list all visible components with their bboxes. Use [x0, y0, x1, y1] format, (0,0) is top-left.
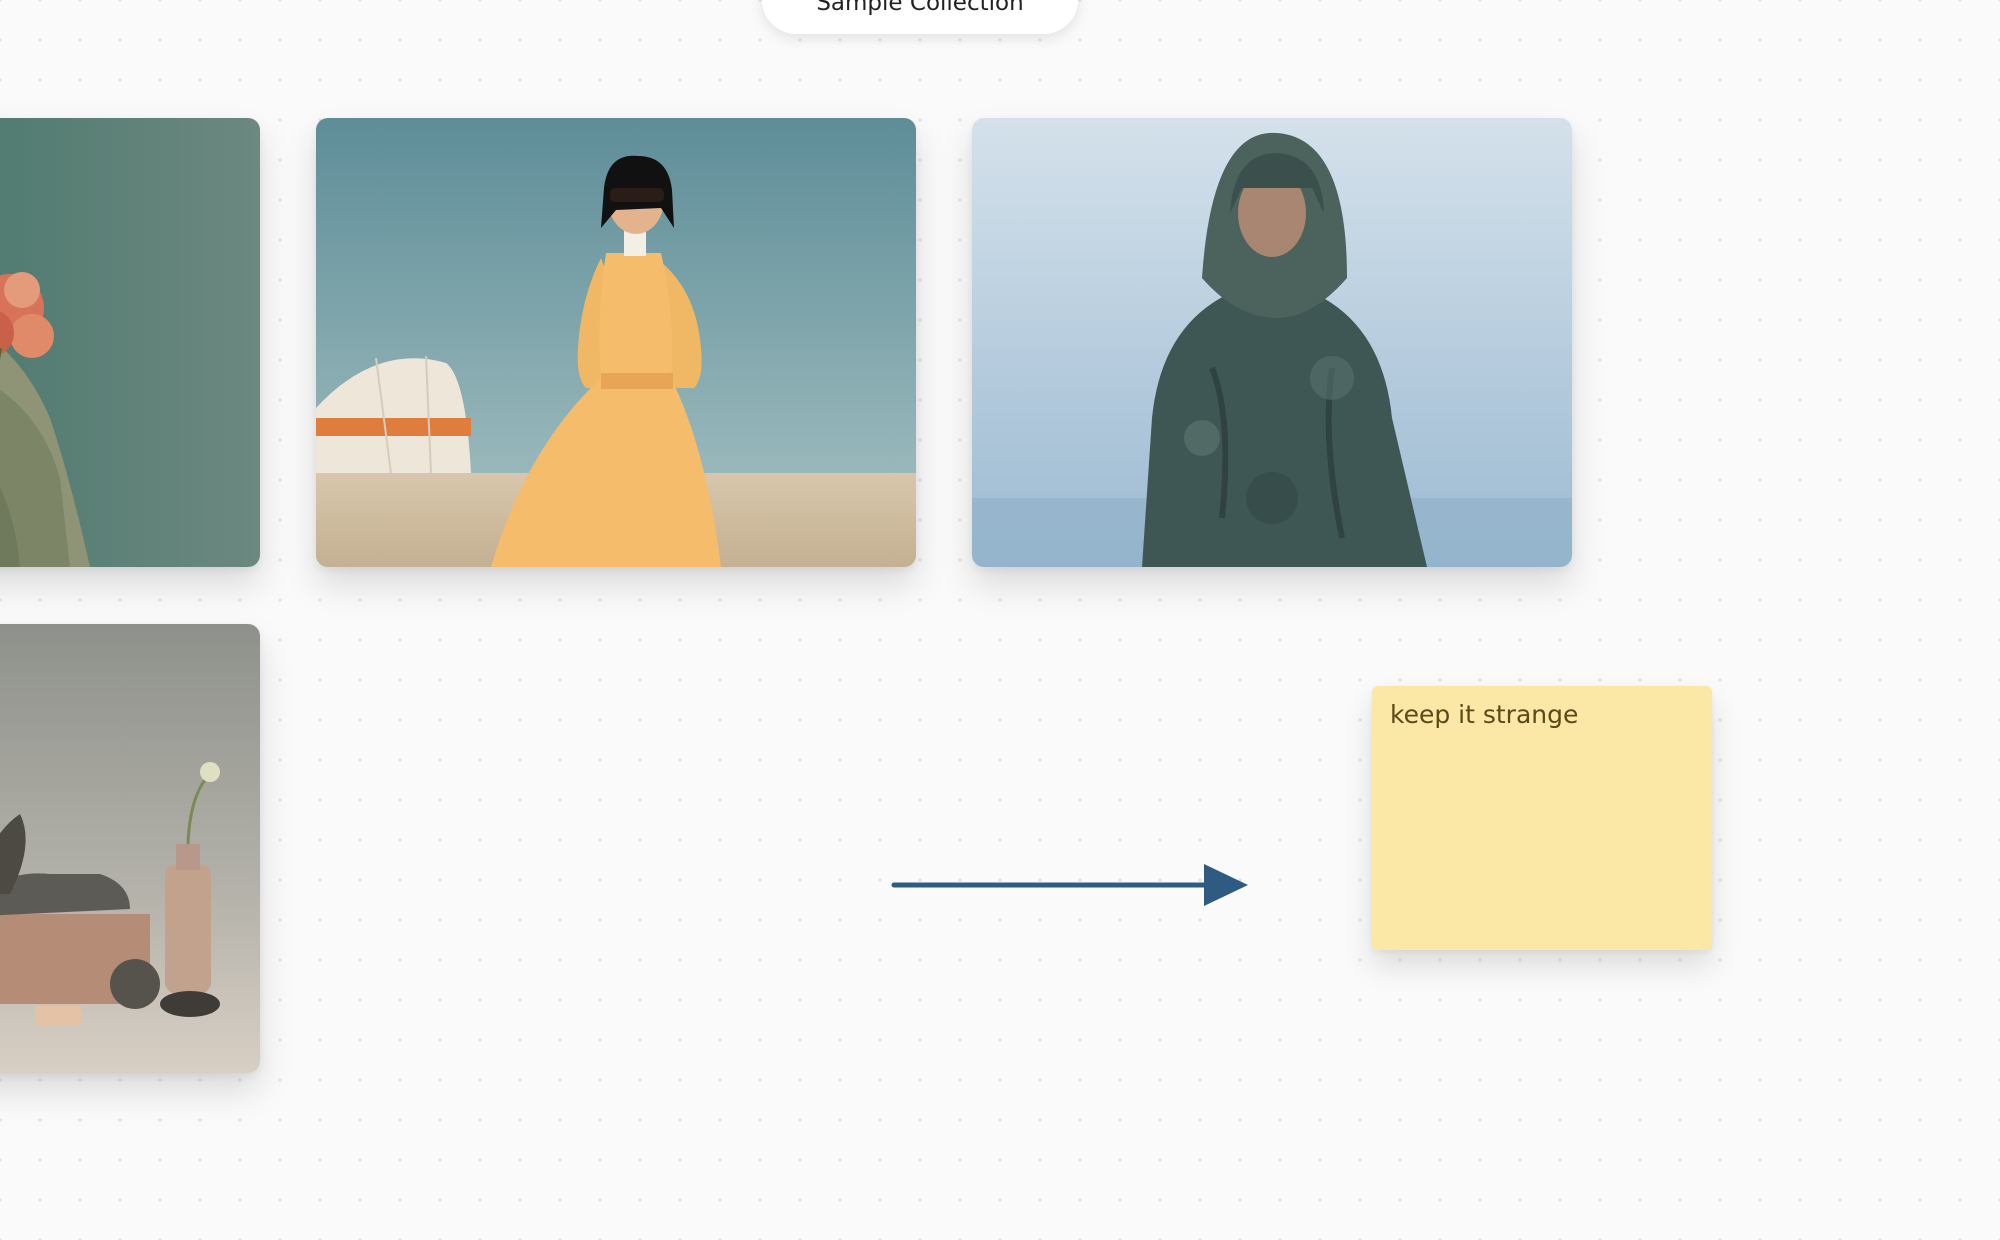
image-card-desert[interactable]: [316, 118, 916, 567]
arrow-head-icon: [1204, 864, 1248, 906]
desert-image: [316, 118, 916, 567]
image-card-flowers[interactable]: [0, 118, 260, 567]
collection-title-pill[interactable]: Sample Collection: [762, 0, 1078, 34]
connector-arrow[interactable]: [890, 860, 1250, 910]
image-card-hooded[interactable]: [972, 118, 1572, 567]
sticky-note-text[interactable]: keep it strange: [1390, 700, 1578, 729]
flowers-image: [0, 118, 260, 567]
hooded-image: [972, 118, 1572, 567]
image-card-still-life[interactable]: [0, 624, 260, 1073]
sticky-note[interactable]: keep it strange: [1372, 686, 1712, 950]
collection-title: Sample Collection: [816, 0, 1024, 16]
still-life-image: [0, 624, 260, 1073]
